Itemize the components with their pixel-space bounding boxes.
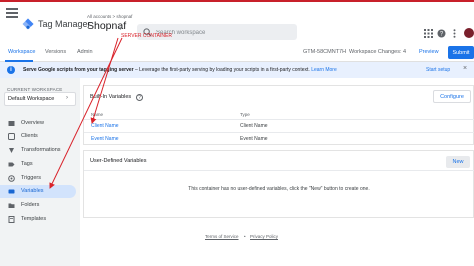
sidebar-item-triggers[interactable]: Triggers <box>0 172 76 185</box>
builtin-variable-link[interactable]: Event Name <box>91 136 119 142</box>
start-setup-link[interactable]: Start setup <box>426 67 450 73</box>
sidebar-item-transformations[interactable]: Transformations <box>0 144 76 157</box>
user-defined-variables-title: User-Defined Variables <box>90 158 147 164</box>
builtin-variables-title: Built-In Variables <box>90 94 132 100</box>
column-header-type[interactable]: Type <box>240 112 250 117</box>
more-vert-icon[interactable] <box>450 29 459 38</box>
tab-admin[interactable]: Admin <box>77 49 93 55</box>
new-variable-button[interactable]: New <box>446 156 470 168</box>
workspace-name[interactable]: Default Workspace <box>8 96 54 102</box>
privacy-policy-link[interactable]: Privacy Policy <box>250 234 278 239</box>
info-banner: i Serve Google scripts from your tagging… <box>0 62 474 78</box>
footer-separator: • <box>244 234 246 239</box>
apps-grid-icon[interactable] <box>424 29 433 38</box>
submit-button[interactable]: Submit <box>448 46 474 59</box>
variables-icon <box>8 189 15 194</box>
account-breadcrumb[interactable]: All accounts > shopnaf <box>87 14 132 19</box>
sidebar-item-folders[interactable]: Folders <box>0 199 76 212</box>
top-red-line <box>0 0 474 2</box>
builtin-variable-type: Event Name <box>240 136 268 142</box>
column-header-name[interactable]: Name <box>91 112 103 117</box>
main-menu-button[interactable] <box>6 8 18 18</box>
banner-text: Serve Google scripts from your tagging s… <box>23 67 337 73</box>
tab-versions[interactable]: Versions <box>45 49 66 55</box>
sidebar-item-label: Folders <box>21 202 40 208</box>
close-icon[interactable]: × <box>463 65 467 72</box>
sidebar-item-label: Triggers <box>21 175 41 181</box>
builtin-variable-type: Client Name <box>240 123 268 129</box>
tab-workspace[interactable]: Workspace <box>8 49 35 55</box>
sidebar-item-label: Templates <box>21 216 47 222</box>
workspace-changes[interactable]: Workspace Changes: 4 <box>349 49 406 55</box>
container-caret-icon[interactable]: ▾ <box>119 26 122 32</box>
sidebar-item-variables[interactable]: Variables <box>0 185 76 198</box>
banner-description: – Leverage the first-party serving by lo… <box>133 67 310 73</box>
account-avatar[interactable] <box>464 28 474 38</box>
workspace-subnav: Workspace Versions Admin GTM-58CMNT7H Wo… <box>0 44 474 62</box>
row-divider <box>84 132 474 133</box>
folder-icon <box>8 203 15 208</box>
info-icon: i <box>7 66 15 74</box>
sidebar-item-label: Variables <box>21 188 44 194</box>
clients-icon <box>8 133 15 140</box>
sidebar-item-tags[interactable]: Tags <box>0 158 76 171</box>
row-divider <box>84 119 474 120</box>
annotation-label: SERVER CONTAINER <box>121 33 172 39</box>
sidebar-item-clients[interactable]: Clients <box>0 130 76 143</box>
sidebar-item-overview[interactable]: Overview <box>0 117 76 130</box>
empty-state-message: This container has no user-defined varia… <box>188 186 370 192</box>
search-input[interactable] <box>156 28 286 38</box>
row-divider <box>84 170 474 171</box>
builtin-variable-link[interactable]: Client Name <box>91 123 119 129</box>
help-icon[interactable]: ? <box>136 94 143 101</box>
help-icon[interactable]: ? <box>437 29 446 38</box>
tag-manager-logo-icon <box>22 18 34 30</box>
overview-icon <box>8 121 15 126</box>
container-id[interactable]: GTM-58CMNT7H <box>303 49 346 55</box>
chevron-right-icon[interactable]: › <box>66 95 68 101</box>
trigger-icon <box>8 175 15 182</box>
sidebar-item-label: Overview <box>21 120 44 126</box>
sidebar-item-label: Transformations <box>21 147 61 153</box>
learn-more-link[interactable]: Learn More <box>311 67 337 73</box>
banner-title: Serve Google scripts from your tagging s… <box>23 67 134 73</box>
product-name: Tag Manager <box>38 19 91 29</box>
preview-button[interactable]: Preview <box>415 46 443 59</box>
templates-icon <box>8 216 15 223</box>
transformations-icon <box>9 148 14 153</box>
terms-of-service-link[interactable]: Terms of Service <box>205 234 239 239</box>
sidebar-item-templates[interactable]: Templates <box>0 213 76 226</box>
sidebar-item-label: Tags <box>21 161 33 167</box>
tag-icon <box>8 162 15 167</box>
configure-button[interactable]: Configure <box>433 90 471 103</box>
sidebar-item-label: Clients <box>21 133 38 139</box>
